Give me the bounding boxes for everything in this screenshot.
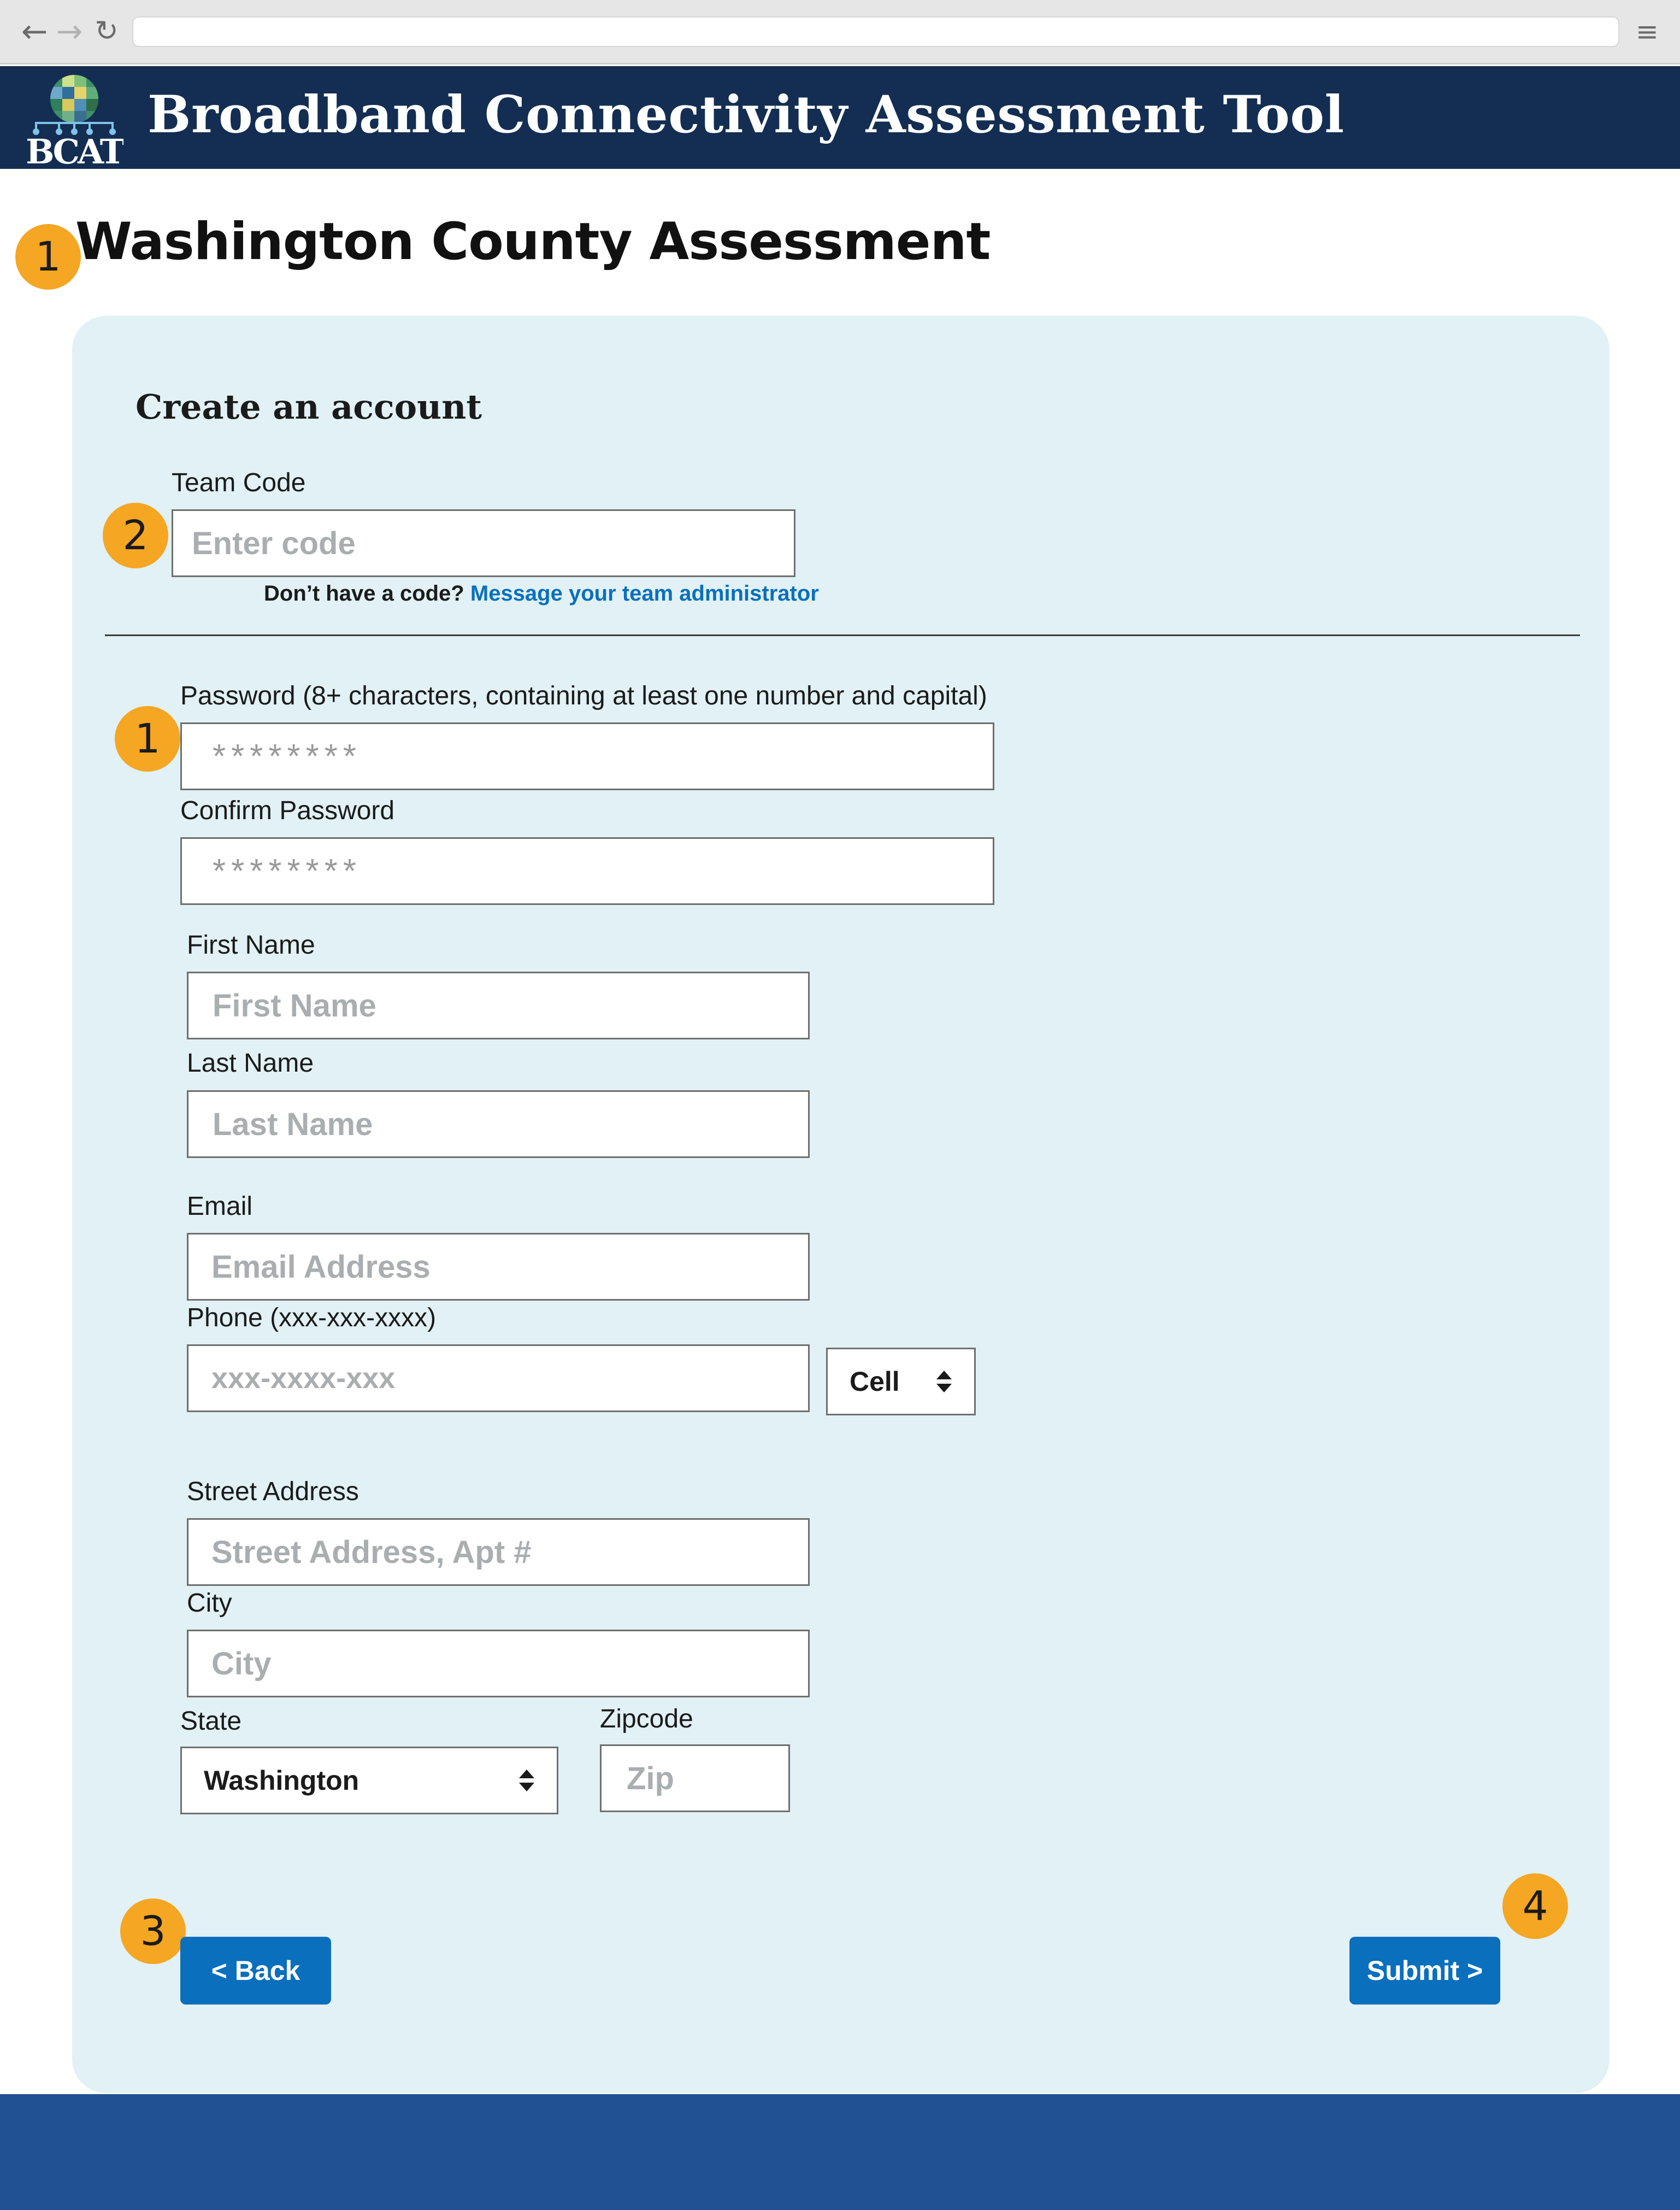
annotation-badge: 2 [103, 503, 168, 568]
reload-icon[interactable]: ↻ [87, 12, 126, 50]
submit-button[interactable]: Submit > [1349, 1937, 1500, 2005]
browser-toolbar: ← → ↻ ≡ [0, 0, 1680, 64]
city-label: City [187, 1589, 232, 1618]
team-code-label: Team Code [172, 468, 306, 497]
annotation-badge: 1 [15, 224, 81, 290]
annotation-badge: 4 [1502, 1873, 1568, 1939]
site-footer [0, 2094, 1680, 2210]
street-address-input[interactable]: Street Address, Apt # [187, 1518, 810, 1586]
street-address-label: Street Address [187, 1477, 359, 1506]
menu-icon[interactable]: ≡ [1628, 14, 1666, 49]
last-name-label: Last Name [187, 1049, 314, 1078]
bcat-logo[interactable]: BCAT [25, 70, 123, 167]
address-bar[interactable] [132, 16, 1619, 47]
site-title: Broadband Connectivity Assessment Tool [148, 85, 1345, 145]
back-arrow-icon[interactable]: ← [15, 12, 54, 50]
zipcode-label: Zipcode [600, 1704, 693, 1733]
city-input[interactable]: City [187, 1630, 810, 1697]
site-header: BCAT Broadband Connectivity Assessment T… [0, 66, 1680, 169]
annotation-badge: 1 [115, 706, 180, 772]
state-value: Washington [204, 1765, 359, 1796]
first-name-label: First Name [187, 931, 315, 960]
svg-text:BCAT: BCAT [26, 132, 123, 167]
phone-type-select[interactable]: Cell [826, 1348, 976, 1415]
email-label: Email [187, 1192, 253, 1221]
sort-caret-icon [519, 1770, 534, 1791]
team-code-input[interactable]: Enter code [172, 509, 795, 577]
phone-input[interactable]: xxx-xxxx-xxx [187, 1344, 810, 1412]
forward-arrow-icon[interactable]: → [50, 12, 89, 50]
code-help: Don’t have a code? Message your team adm… [264, 581, 819, 606]
phone-type-value: Cell [850, 1366, 900, 1397]
state-label: State [180, 1707, 242, 1736]
confirm-password-input[interactable]: ******** [180, 837, 994, 905]
annotation-badge: 3 [120, 1899, 186, 1964]
email-input[interactable]: Email Address [187, 1233, 810, 1301]
back-button[interactable]: < Back [180, 1937, 331, 2005]
first-name-input[interactable]: First Name [187, 972, 810, 1039]
message-admin-link[interactable]: Message your team administrator [470, 581, 819, 606]
confirm-password-label: Confirm Password [180, 796, 395, 825]
phone-label: Phone (xxx-xxx-xxxx) [187, 1303, 437, 1332]
password-input[interactable]: ******** [180, 722, 994, 790]
code-help-text: Don’t have a code? [264, 581, 464, 606]
form-heading: Create an account [135, 387, 482, 427]
password-label: Password (8+ characters, containing at l… [180, 681, 987, 710]
state-select[interactable]: Washington [180, 1747, 558, 1814]
zip-input[interactable]: Zip [600, 1744, 790, 1812]
page-title: Washington County Assessment [75, 212, 991, 272]
sort-caret-icon [936, 1371, 952, 1392]
last-name-input[interactable]: Last Name [187, 1090, 810, 1158]
divider [105, 634, 1580, 636]
